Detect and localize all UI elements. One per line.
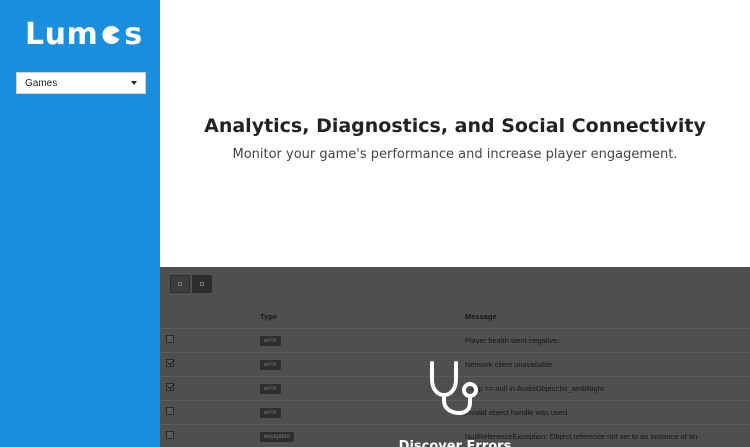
errors-preview: Type Message error Player health went ne… [160,267,750,447]
discover-errors-label: Discover Errors [398,439,512,447]
row-message: ...clip == null in AudioObject:bv_ambNig… [465,375,750,400]
logo-text-suffix: s [124,17,143,52]
row-checkbox[interactable] [166,407,174,415]
table-row: error Player health went negative. [160,327,750,352]
column-header-message: Message [465,311,497,321]
type-badge: error [260,335,281,346]
view-toolbar [170,275,212,293]
column-header-check [160,305,260,328]
hero-subtitle: Monitor your game's performance and incr… [232,147,678,162]
logo-text-prefix: Lum [25,17,99,52]
type-badge: error [260,407,281,418]
row-checkbox[interactable] [166,359,174,367]
main-content: Analytics, Diagnostics, and Social Conne… [160,0,750,447]
row-message: Player health went negative. [465,327,750,352]
chevron-down-icon [131,81,137,85]
type-badge: error [260,383,281,394]
lumos-logo[interactable]: Lum s [25,17,143,53]
grid-view-icon[interactable] [192,275,212,293]
row-message: Invalid object handle was used. [465,399,750,424]
column-header-type: Type [260,311,277,321]
game-select[interactable]: Games [16,72,146,94]
table-header-row: Type Message [160,305,750,328]
row-checkbox[interactable] [166,335,174,343]
row-message: Network client unavailable. [465,351,750,376]
type-badge: error [260,359,281,370]
list-view-icon[interactable] [170,275,190,293]
stethoscope-icon [430,361,478,416]
hero-title: Analytics, Diagnostics, and Social Conne… [204,115,706,137]
row-checkbox[interactable] [166,383,174,391]
lumos-o-icon [102,25,120,44]
game-select-value: Games [25,77,58,89]
sidebar: Lum s Games [0,0,160,447]
